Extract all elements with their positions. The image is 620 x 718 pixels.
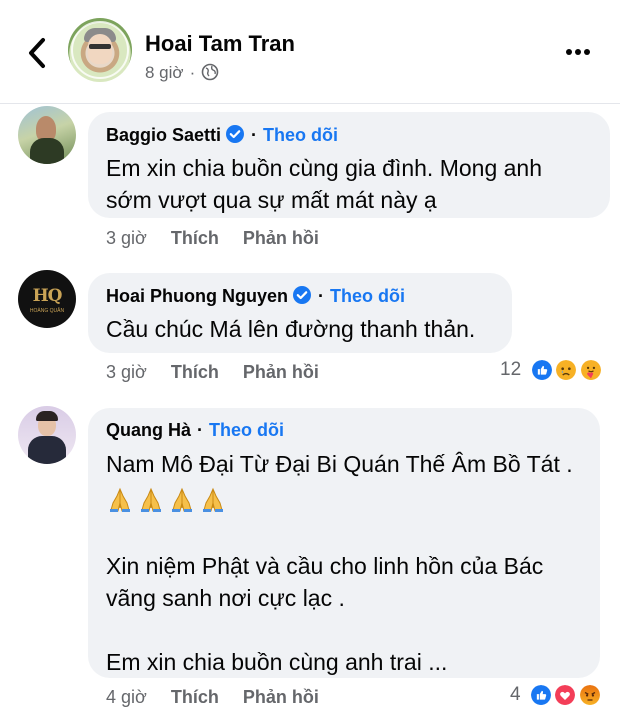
avatar-body: [30, 138, 64, 164]
reaction-summary[interactable]: 12: [500, 358, 603, 386]
reply-button[interactable]: Phản hồi: [243, 687, 319, 707]
comment-text-line: Cầu chúc Má lên đường thanh thản.: [106, 316, 476, 342]
comment-bubble: Baggio Saetti · Theo dõi Em xin chia buồn …: [88, 112, 610, 218]
more-dot-icon: [575, 49, 581, 55]
commenter-avatar[interactable]: HQ HOÀNG QUÂN: [18, 270, 76, 328]
commenter-name[interactable]: Quang Hà: [106, 420, 191, 440]
verified-badge-icon: [226, 125, 245, 143]
comment-bubble: Quang Hà · Theo dõi Nam Mô Đại Từ Đại Bi Q…: [88, 408, 600, 678]
comment-header: Hoai Phuong Nguyen · Theo dõi: [106, 285, 496, 309]
like-reaction-icon: [529, 358, 554, 382]
comment-header: Quang Hà · Theo dõi: [106, 420, 584, 444]
separator-dot: ·: [251, 125, 258, 145]
commenter-name[interactable]: Hoai Phuong Nguyen: [106, 286, 288, 306]
like-reaction-icon: [529, 683, 554, 707]
praying-hands-icon: [141, 487, 161, 512]
comment-actions: 4 giờ Thích Phản hồi: [106, 687, 343, 708]
comment-actions: 3 giờ Thích Phản hồi: [106, 362, 343, 383]
hq-logo: HQ: [32, 286, 63, 306]
reaction-summary[interactable]: 4: [510, 683, 602, 711]
more-dot-icon: [584, 49, 590, 55]
care-reaction-icon: [578, 358, 603, 382]
comment-time: 3 giờ: [106, 228, 147, 248]
author-name[interactable]: Hoai Tam Tran: [145, 31, 295, 57]
comment-header: Baggio Saetti · Theo dõi: [106, 124, 594, 148]
more-dot-icon: [566, 49, 572, 55]
praying-hands-row: [106, 486, 584, 518]
like-button[interactable]: Thích: [171, 362, 219, 382]
comment-bubble: Hoai Phuong Nguyen · Theo dõi Cầu chúc Má …: [88, 273, 512, 353]
separator-dot: ·: [197, 420, 204, 440]
hq-logo-text: HOÀNG QUÂN: [29, 308, 65, 314]
reply-button[interactable]: Phản hồi: [243, 362, 319, 382]
commenter-name[interactable]: Baggio Saetti: [106, 125, 221, 145]
angry-reaction-icon: [577, 683, 602, 707]
globe-icon: [201, 63, 219, 81]
follow-button[interactable]: Theo dõi: [330, 286, 405, 306]
like-button[interactable]: Thích: [171, 687, 219, 707]
comment-text-line: vãng sanh nơi cực lạc .: [106, 585, 345, 611]
separator-dot: ·: [318, 286, 324, 306]
avatar-hair: [36, 411, 58, 421]
comment-text-line: Xin niệm Phật và cầu cho linh hồn của Bá…: [106, 553, 544, 579]
love-reaction-icon: [553, 683, 578, 707]
back-button[interactable]: [22, 34, 52, 72]
post-header: Hoai Tam Tran 8 giờ ·: [0, 0, 620, 104]
follow-button[interactable]: Theo dõi: [263, 125, 338, 145]
verified-badge-icon: [293, 286, 311, 304]
avatar-face: [88, 34, 112, 64]
praying-hands-icon: [203, 487, 223, 512]
meta-separator: ·: [189, 63, 196, 82]
post-meta: 8 giờ ·: [145, 63, 219, 83]
post-time: 8 giờ: [145, 63, 184, 82]
like-button[interactable]: Thích: [171, 228, 219, 248]
praying-hands-icon: [172, 487, 192, 512]
avatar-glasses: [89, 44, 111, 49]
sad-reaction-icon: [554, 358, 579, 382]
commenter-avatar[interactable]: [18, 406, 76, 464]
praying-hands-icon: [110, 487, 130, 512]
reaction-count: 4: [510, 684, 521, 705]
comment-time: 4 giờ: [106, 687, 147, 707]
more-options-button[interactable]: [566, 42, 606, 62]
author-avatar[interactable]: [68, 18, 132, 82]
reply-button[interactable]: Phản hồi: [243, 228, 319, 248]
comment-actions: 3 giờ Thích Phản hồi: [106, 228, 343, 249]
commenter-avatar[interactable]: [18, 106, 76, 164]
avatar-body: [28, 436, 66, 464]
comment-text-line: sớm vượt qua sự mất mát này ạ: [106, 187, 437, 213]
chevron-left-icon[interactable]: [22, 34, 52, 72]
comment-text-line: Nam Mô Đại Từ Đại Bi Quán Thế Âm Bồ Tát …: [106, 451, 573, 477]
comment-text-line: Em xin chia buồn cùng gia đình. Mong anh: [106, 155, 543, 181]
comment-time: 3 giờ: [106, 362, 147, 382]
follow-button[interactable]: Theo dõi: [209, 420, 284, 440]
comment-text-line: Em xin chia buồn cùng anh trai ...: [106, 649, 448, 675]
reaction-count: 12: [500, 359, 522, 380]
